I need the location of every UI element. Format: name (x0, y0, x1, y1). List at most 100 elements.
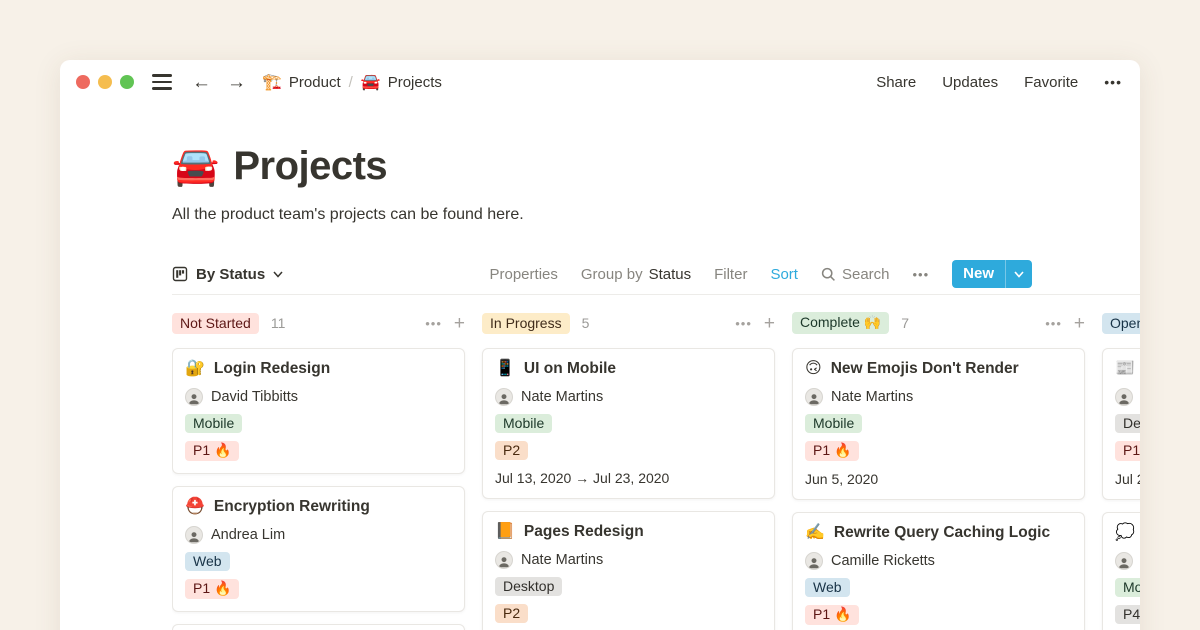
column-header: In Progress5•••+ (482, 311, 775, 335)
card-tag: P1 🔥 (185, 441, 239, 461)
column-header: Complete 🙌 7 ••• + (792, 311, 1085, 335)
new-button-dropdown[interactable] (1005, 260, 1032, 288)
assignee-avatar (1115, 552, 1133, 570)
column-count: 7 (901, 315, 909, 331)
column-more-icon[interactable]: ••• (425, 316, 442, 331)
page-icon-car-emoji: 🚘 (172, 148, 219, 186)
sidebar-menu-icon[interactable] (152, 74, 172, 90)
breadcrumb-item-projects[interactable]: 🚘 Projects (361, 72, 442, 92)
back-arrow-icon[interactable]: ← (192, 73, 211, 92)
card-tag: P1 🔥 (805, 441, 859, 461)
titlebar-actions: Share Updates Favorite ••• (876, 74, 1122, 91)
toolbar-tools: Properties Group by Status Filter Sort S… (490, 260, 1033, 288)
board-card-partial[interactable] (172, 624, 465, 630)
card-assignee-row: N (1115, 388, 1140, 406)
card-tag-row: Mobile (185, 414, 452, 433)
column-cards: 🔐Login RedesignDavid TibbittsMobileP1 🔥⛑… (172, 348, 465, 630)
board-column: Open•••+📰PNDesP1 🔥Jul 2💭CSMobP4 (1102, 311, 1140, 630)
column-add-icon[interactable]: + (764, 314, 775, 333)
minimize-window-button[interactable] (98, 75, 112, 89)
toolbar-more-icon[interactable]: ••• (913, 267, 930, 282)
assignee-avatar (1115, 388, 1133, 406)
card-emoji-icon: 🙃 (805, 359, 822, 379)
close-window-button[interactable] (76, 75, 90, 89)
card-tag-row: Desktop (495, 577, 762, 596)
card-tag: P1 🔥 (1115, 441, 1140, 461)
filter-button[interactable]: Filter (714, 266, 747, 283)
sort-button[interactable]: Sort (770, 266, 798, 283)
share-button[interactable]: Share (876, 74, 916, 91)
column-cards: 🙃New Emojis Don't Render Nate Martins Mobi… (792, 348, 1085, 630)
board-card[interactable]: 📱UI on MobileNate MartinsMobileP2Jul 13,… (482, 348, 775, 499)
column-status-pill[interactable]: Not Started (172, 313, 259, 334)
zoom-window-button[interactable] (120, 75, 134, 89)
more-options-icon[interactable]: ••• (1104, 74, 1122, 90)
board: Not Started11•••+🔐Login RedesignDavid Ti… (172, 311, 1140, 630)
card-title-row: 🙃New Emojis Don't Render (805, 359, 1072, 379)
group-by-button[interactable]: Group by Status (581, 266, 691, 283)
forward-arrow-icon[interactable]: → (227, 73, 246, 92)
column-status-pill[interactable]: In Progress (482, 313, 570, 334)
assignee-avatar (805, 552, 823, 570)
card-emoji-icon: 📙 (495, 522, 515, 542)
card-emoji-icon: 📰 (1115, 359, 1135, 379)
new-button[interactable]: New (952, 260, 1032, 288)
card-assignee-row: Nate Martins (495, 388, 762, 406)
traffic-lights (76, 75, 134, 89)
card-title-row: 📙Pages Redesign (495, 522, 762, 542)
card-tag-row: P1 🔥 (1115, 441, 1140, 461)
assignee-name: Camille Ricketts (831, 553, 935, 569)
column-actions: ••• + (425, 314, 465, 333)
card-tag: P4 (1115, 605, 1140, 624)
board-card[interactable]: 🙃New Emojis Don't Render Nate Martins Mobi… (792, 348, 1085, 500)
card-emoji-icon: ⛑️ (185, 497, 205, 517)
favorite-button[interactable]: Favorite (1024, 74, 1078, 91)
page-description: All the product team's projects can be f… (172, 204, 1140, 226)
board-column: In Progress5•••+📱UI on MobileNate Martin… (482, 311, 775, 630)
card-tag-row: P2 (495, 604, 762, 623)
assignee-name: Nate Martins (521, 552, 603, 568)
column-header: Open•••+ (1102, 311, 1140, 335)
toolbar-divider (172, 294, 1140, 295)
search-button[interactable]: Search (821, 266, 890, 283)
board-column: Not Started11•••+🔐Login RedesignDavid Ti… (172, 311, 465, 630)
column-status-pill[interactable]: Complete 🙌 (792, 312, 889, 334)
assignee-name: Nate Martins (831, 389, 913, 405)
column-cards: 📱UI on MobileNate MartinsMobileP2Jul 13,… (482, 348, 775, 630)
card-title: UI on Mobile (524, 359, 616, 379)
assignee-avatar (495, 388, 513, 406)
board-card[interactable]: 💭CSMobP4 (1102, 512, 1140, 630)
card-tag: Web (805, 578, 850, 597)
board-card[interactable]: 🔐Login Redesign David Tibbitts Mobile P1 🔥 (172, 348, 465, 474)
card-title-row: 🔐Login Redesign (185, 359, 452, 379)
column-add-icon[interactable]: + (1074, 314, 1085, 333)
view-switcher[interactable]: By Status (172, 266, 283, 283)
board-card[interactable]: ⛑️Encryption RewritingAndrea LimWebP1 🔥 (172, 486, 465, 612)
card-date: Jul 13, 2020 → Jul 23, 2020 (495, 470, 762, 486)
column-more-icon[interactable]: ••• (1045, 316, 1062, 331)
breadcrumb-label: Projects (388, 74, 442, 91)
updates-button[interactable]: Updates (942, 74, 998, 91)
column-status-pill[interactable]: Open (1102, 313, 1140, 334)
card-emoji-icon: 🔐 (185, 359, 205, 379)
column-more-icon[interactable]: ••• (735, 316, 752, 331)
marketing-canvas: { "page_bg": "#F7F1E8", "accent_blue": "… (0, 0, 1200, 630)
board-card[interactable]: 📰PNDesP1 🔥Jul 2 (1102, 348, 1140, 500)
card-title-row: 💭C (1115, 523, 1140, 543)
assignee-name: David Tibbitts (211, 389, 298, 405)
board-card[interactable]: ✍️Rewrite Query Caching LogicCamille Ric… (792, 512, 1085, 630)
column-add-icon[interactable]: + (454, 314, 465, 333)
card-tag-row: P1 🔥 (185, 579, 452, 599)
board-card[interactable]: 📙Pages Redesign Nate Martins Desktop P2 (482, 511, 775, 630)
card-tag-row: Web (805, 578, 1072, 597)
card-tag: Mobile (495, 414, 552, 433)
card-tag-row: P1 🔥 (805, 605, 1072, 625)
page-header: 🚘 Projects (172, 144, 1140, 189)
card-tag-row: Mobile (805, 414, 1072, 433)
card-date: Jun 5, 2020 (805, 471, 1072, 487)
card-title: Rewrite Query Caching Logic (834, 523, 1050, 543)
breadcrumb-item-product[interactable]: 🏗️ Product (262, 72, 341, 92)
properties-button[interactable]: Properties (490, 266, 558, 283)
card-title-row: 📰P (1115, 359, 1140, 379)
chevron-down-icon (273, 271, 283, 278)
